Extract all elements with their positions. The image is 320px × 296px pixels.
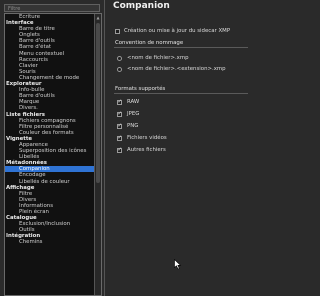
tree-scrollbar[interactable]: ▲ <box>94 14 101 295</box>
format-label: JPEG <box>127 111 140 117</box>
page-title: Companion <box>113 1 170 11</box>
create-update-sidecar-checkbox[interactable] <box>115 29 120 34</box>
separator <box>114 47 248 48</box>
settings-tree[interactable]: Ecriture Interface Barre de titre Onglets Ba… <box>4 13 102 296</box>
naming-option-radio[interactable] <box>117 56 122 61</box>
checkmark-icon: ✓ <box>117 135 123 141</box>
triangle-up-icon[interactable]: ▲ <box>96 15 100 21</box>
filter-input[interactable]: Filtre <box>4 4 100 12</box>
scroll-thumb[interactable] <box>96 23 100 183</box>
naming-convention-header: Convention de nommage <box>115 40 184 46</box>
format-label: RAW <box>127 99 140 105</box>
left-pane: Filtre Ecriture Interface Barre de titre On… <box>0 0 105 296</box>
mouse-pointer-icon <box>174 259 182 270</box>
naming-option-label: <nom de fichier>.xmp <box>127 55 189 61</box>
naming-option-label: <nom de fichier>.<extension>.xmp <box>127 66 226 72</box>
separator <box>114 93 248 94</box>
checkmark-icon: ✓ <box>117 147 123 153</box>
tree-item[interactable]: Chemins <box>5 239 101 245</box>
format-label: Fichiers vidéos <box>127 135 167 141</box>
create-update-sidecar-label: Création ou mise à jour du sidecar XMP <box>124 28 231 34</box>
tree-list: Ecriture Interface Barre de titre Onglets Ba… <box>5 14 101 246</box>
checkmark-icon: ✓ <box>117 99 123 105</box>
format-label: PNG <box>127 123 139 129</box>
checkmark-icon: ✓ <box>117 111 123 117</box>
format-label: Autres fichiers <box>127 147 166 153</box>
settings-panel: Companion Création ou mise à jour du sid… <box>106 0 248 296</box>
naming-option-radio[interactable] <box>117 67 122 72</box>
checkmark-icon: ✓ <box>117 123 123 129</box>
supported-formats-header: Formats supportés <box>115 86 166 92</box>
